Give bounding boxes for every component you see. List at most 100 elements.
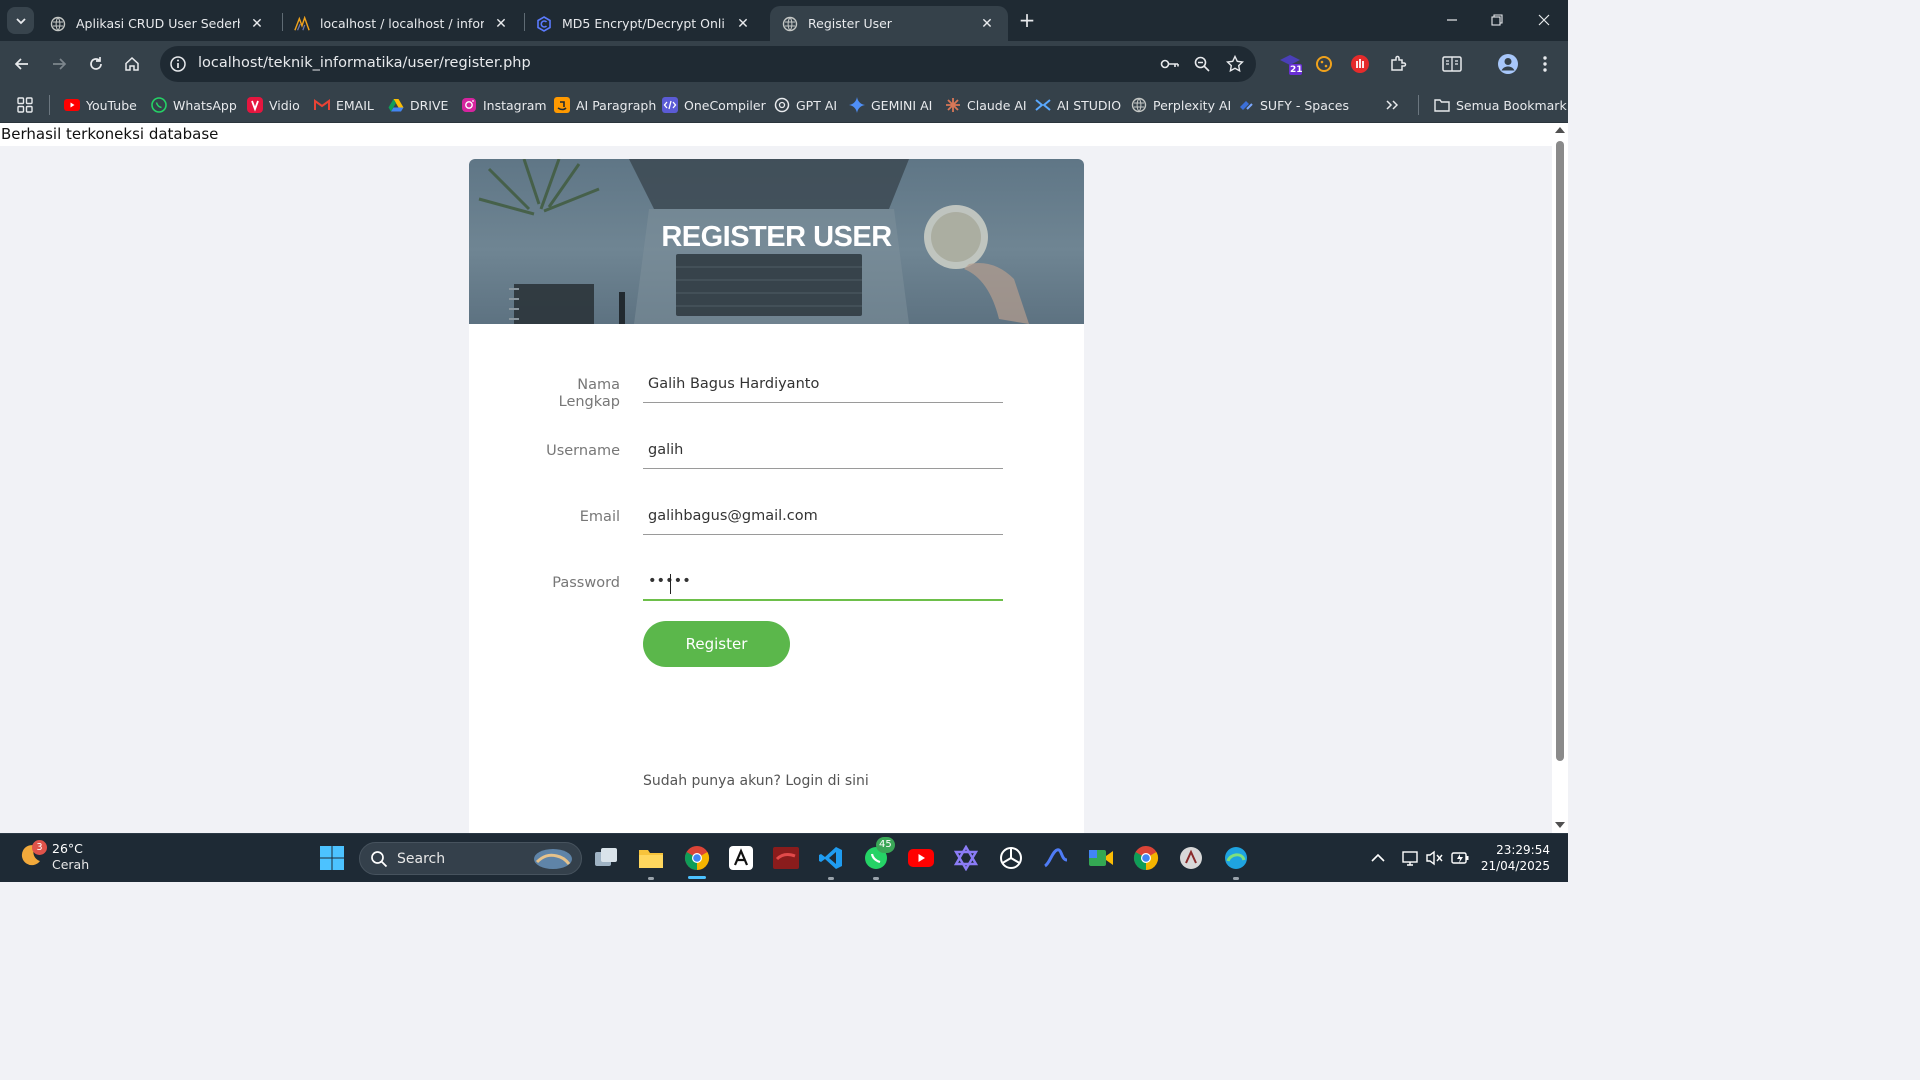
all-bookmarks-folder[interactable]: Semua Bookmark — [1434, 93, 1567, 117]
scroll-down-arrow-icon[interactable] — [1555, 821, 1565, 829]
gemini-icon — [849, 97, 865, 113]
page-scrollbar[interactable] — [1552, 123, 1568, 833]
chatgpt-taskbar-button[interactable] — [997, 844, 1025, 872]
youtube-icon — [64, 97, 80, 113]
nama-lengkap-input[interactable] — [643, 365, 1003, 403]
globe-icon — [782, 16, 798, 32]
youtube-taskbar-button[interactable] — [907, 844, 935, 872]
scroll-up-arrow-icon[interactable] — [1555, 126, 1565, 134]
volume-muted-icon[interactable] — [1425, 848, 1445, 868]
username-input[interactable] — [643, 431, 1003, 469]
address-bar[interactable]: localhost/teknik_informatika/user/regist… — [160, 46, 1256, 82]
md5-site-icon — [536, 15, 552, 32]
close-tab-icon[interactable]: ✕ — [492, 15, 510, 33]
chrome-taskbar-button[interactable] — [683, 844, 711, 872]
tab-phpmyadmin[interactable]: localhost / localhost / informatika ✕ — [282, 6, 522, 41]
bookmark-perplexity-ai[interactable]: Perplexity AI — [1131, 93, 1231, 117]
forward-button[interactable] — [47, 52, 71, 76]
bookmark-divider — [49, 95, 50, 115]
bookmark-whatsapp[interactable]: WhatsApp — [151, 93, 237, 117]
bookmark-sufy-spaces[interactable]: SUFY - Spaces — [1238, 93, 1349, 117]
windows-start-button[interactable] — [318, 844, 346, 872]
system-clock[interactable]: 23:29:54 21/04/2025 — [1481, 842, 1550, 874]
minimize-button[interactable] — [1437, 8, 1467, 32]
extension-graduation-icon[interactable]: 21 — [1278, 52, 1303, 76]
chatgpt-icon — [774, 97, 790, 113]
bookmark-gpt-ai[interactable]: GPT AI — [774, 93, 837, 117]
nama-label-line-1: Nama — [577, 377, 620, 393]
bookmark-label: OneCompiler — [684, 97, 766, 113]
site-info-icon[interactable] — [168, 54, 188, 74]
close-tab-icon[interactable]: ✕ — [248, 15, 266, 33]
double-chevron-right-icon — [1386, 100, 1399, 110]
network-icon[interactable] — [1401, 848, 1421, 868]
battery-icon[interactable] — [1450, 848, 1470, 868]
bookmarks-overflow-button[interactable] — [1385, 93, 1399, 117]
extensions-puzzle-icon[interactable] — [1386, 52, 1410, 76]
extension-hand-icon[interactable] — [1348, 52, 1372, 76]
wave-app-icon — [1044, 848, 1068, 868]
close-window-button[interactable] — [1529, 8, 1559, 32]
bookmark-onecompiler[interactable]: OneCompiler — [662, 93, 766, 117]
restore-button[interactable] — [1482, 8, 1512, 32]
bookmark-star-icon[interactable] — [1225, 54, 1245, 74]
reading-mode-icon[interactable] — [1440, 52, 1464, 76]
bookmark-label: Semua Bookmark — [1456, 97, 1567, 113]
login-link[interactable]: Sudah punya akun? Login di sini — [643, 773, 869, 789]
bookmark-divider — [1418, 95, 1419, 115]
database-status-text: Berhasil terkoneksi database — [0, 123, 1552, 146]
weather-widget[interactable]: 3 26°C Cerah — [18, 840, 89, 873]
edge-button[interactable] — [1222, 844, 1250, 872]
reload-button[interactable] — [84, 52, 108, 76]
apps-grid-icon[interactable] — [17, 93, 33, 117]
password-label: Password — [552, 575, 620, 591]
close-tab-icon[interactable]: ✕ — [978, 15, 996, 33]
menu-kebab-icon[interactable] — [1533, 52, 1557, 76]
meet-app-button[interactable] — [1087, 844, 1115, 872]
bookmark-vidio[interactable]: Vidio — [247, 93, 300, 117]
ai-studio-icon — [1035, 97, 1051, 113]
bookmark-claude-ai[interactable]: Claude AI — [945, 93, 1027, 117]
zoom-icon[interactable] — [1192, 54, 1212, 74]
blue-wave-app-button[interactable] — [1042, 844, 1070, 872]
close-tab-icon[interactable]: ✕ — [734, 15, 752, 33]
email-input[interactable] — [643, 497, 1003, 535]
vscode-button[interactable] — [817, 844, 845, 872]
extension-cookie-icon[interactable] — [1312, 52, 1336, 76]
bookmark-youtube[interactable]: YouTube — [64, 93, 137, 117]
star-app-button[interactable] — [952, 844, 980, 872]
password-key-icon[interactable] — [1160, 54, 1180, 74]
bookmark-drive[interactable]: DRIVE — [388, 93, 448, 117]
circle-app-button[interactable] — [1177, 844, 1205, 872]
whatsapp-taskbar-button[interactable]: 45 — [862, 837, 895, 872]
back-button[interactable] — [10, 52, 34, 76]
bookmark-instagram[interactable]: Instagram — [461, 93, 547, 117]
show-hidden-icons-button[interactable] — [1368, 848, 1388, 868]
bookmark-ai-paragraph[interactable]: AI Paragraph — [554, 93, 656, 117]
monogram-app-icon — [1180, 847, 1202, 869]
task-view-icon — [595, 848, 617, 866]
chrome-profile-button[interactable] — [1132, 844, 1160, 872]
form-row-username: Username — [469, 421, 1084, 471]
scroll-thumb[interactable] — [1556, 141, 1564, 761]
maroon-app-button[interactable] — [772, 844, 800, 872]
url-text[interactable]: localhost/teknik_informatika/user/regist… — [198, 55, 531, 71]
bookmark-label: GPT AI — [796, 97, 838, 113]
home-button[interactable] — [120, 52, 144, 76]
password-input[interactable] — [643, 563, 1003, 601]
task-view-button[interactable] — [592, 844, 620, 872]
tab-register-user[interactable]: Register User ✕ — [770, 6, 1008, 41]
register-button[interactable]: Register — [643, 621, 790, 667]
taskbar-search-box[interactable]: Search — [359, 842, 582, 875]
new-tab-button[interactable]: + — [1016, 10, 1038, 32]
tab-md5-encrypt[interactable]: MD5 Encrypt/Decrypt Online | 10015 ✕ — [524, 6, 764, 41]
bookmark-gemini-ai[interactable]: GEMINI AI — [849, 93, 932, 117]
bookmark-ai-studio[interactable]: AI STUDIO — [1035, 93, 1121, 117]
tab-search-button[interactable] — [7, 7, 34, 34]
file-explorer-button[interactable] — [637, 844, 665, 872]
tab-aplikasi-crud[interactable]: Aplikasi CRUD User Sederhana ✕ — [38, 6, 278, 41]
profile-avatar-icon[interactable] — [1496, 52, 1520, 76]
adobe-acrobat-button[interactable] — [727, 844, 755, 872]
bookmark-email[interactable]: EMAIL — [314, 93, 374, 117]
running-indicator — [1233, 877, 1239, 880]
